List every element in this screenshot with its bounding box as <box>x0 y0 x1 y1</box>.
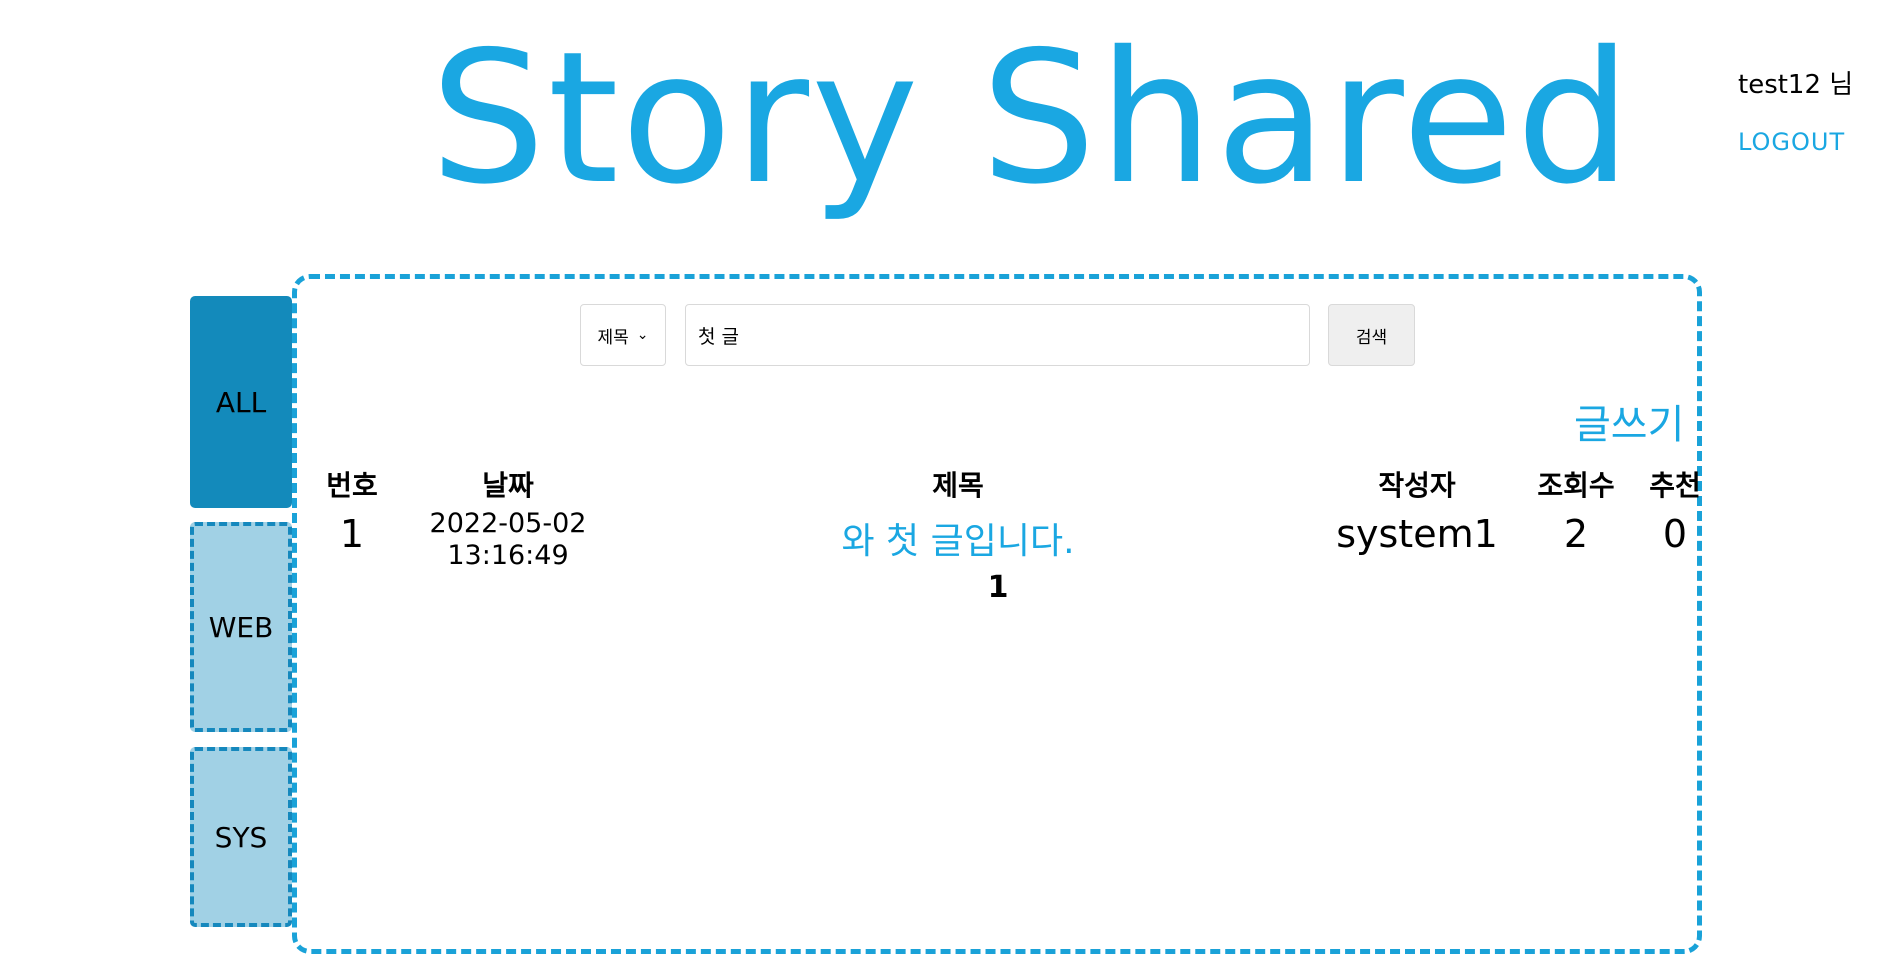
column-header-views: 조회수 <box>1537 469 1615 502</box>
column-header-author: 작성자 <box>1378 469 1456 502</box>
write-post-link[interactable]: 글쓰기 <box>1574 392 1684 450</box>
column-header-likes: 추천 <box>1649 469 1701 502</box>
search-button[interactable]: 검색 <box>1328 304 1415 366</box>
chevron-down-icon: ⌄ <box>636 327 649 343</box>
post-title-link[interactable]: 와 첫 글입니다. <box>841 512 1074 564</box>
sidebar-tab-sys[interactable]: SYS <box>190 747 292 927</box>
search-input[interactable] <box>685 304 1310 366</box>
search-field-value: 제목 <box>597 327 629 348</box>
sidebar-tab-all[interactable]: ALL <box>190 296 292 508</box>
post-date-time: 13:16:49 <box>447 540 569 571</box>
search-field-select[interactable]: 제목 ⌄ <box>580 304 666 366</box>
post-date-day: 2022-05-02 <box>429 508 587 539</box>
sidebar-tab-label: ALL <box>215 385 267 419</box>
sidebar-tab-web[interactable]: WEB <box>190 522 292 732</box>
sidebar-tab-label: WEB <box>208 610 274 644</box>
column-header-title: 제목 <box>932 469 984 502</box>
post-author: system1 <box>1336 512 1498 556</box>
column-header-date: 날짜 <box>482 469 534 502</box>
column-header-number: 번호 <box>326 469 378 502</box>
pagination-page-1[interactable]: 1 <box>988 570 1009 605</box>
logout-link[interactable]: LOGOUT <box>1738 128 1845 156</box>
site-title: Story Shared <box>430 12 1634 224</box>
user-name: test12 님 <box>1738 70 1854 100</box>
post-date: 2022-05-02 13:16:49 <box>430 508 587 572</box>
post-likes: 0 <box>1662 512 1688 556</box>
post-number: 1 <box>339 512 365 556</box>
post-views: 2 <box>1563 512 1589 556</box>
sidebar-tab-label: SYS <box>214 820 268 854</box>
board-panel <box>292 274 1702 954</box>
